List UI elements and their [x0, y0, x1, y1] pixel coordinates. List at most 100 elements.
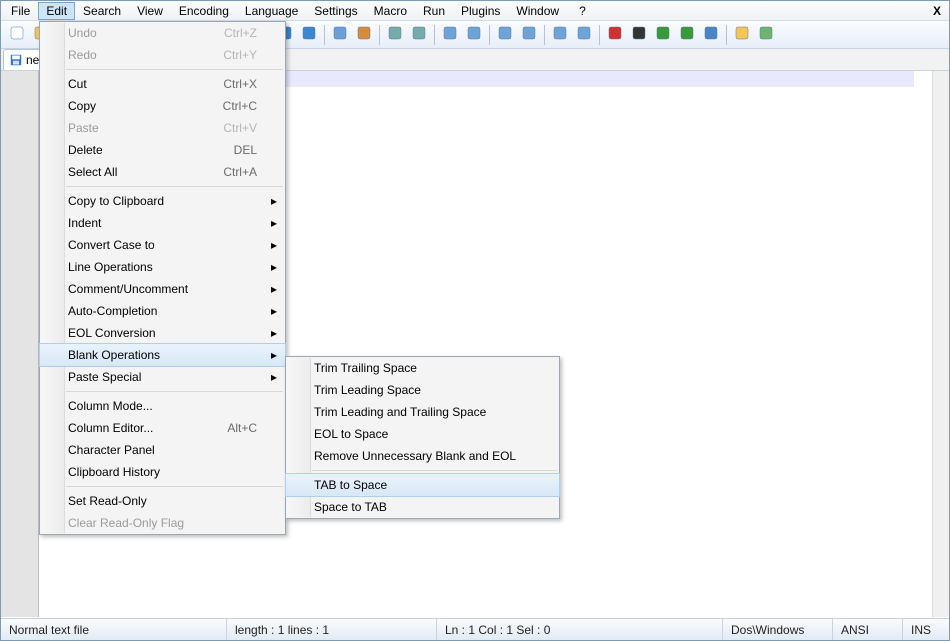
save-macro-button[interactable]	[700, 24, 722, 46]
menu-item-clear-read-only-flag: Clear Read-Only Flag	[40, 512, 285, 534]
submenu-item-trim-trailing-space[interactable]: Trim Trailing Space	[286, 357, 559, 379]
menu-item-column-mode[interactable]: Column Mode...	[40, 395, 285, 417]
submenu-arrow-icon: ▸	[271, 260, 277, 274]
menu-encoding[interactable]: Encoding	[171, 2, 237, 20]
menu-edit[interactable]: Edit	[38, 2, 75, 20]
submenu-item-remove-unnecessary-blank-and-eol[interactable]: Remove Unnecessary Blank and EOL	[286, 445, 559, 467]
vertical-scrollbar[interactable]	[932, 71, 949, 617]
menu-item-copy-to-clipboard[interactable]: Copy to Clipboard▸	[40, 190, 285, 212]
sync-v-icon	[442, 25, 458, 44]
menu-help[interactable]: ?	[571, 2, 594, 20]
submenu-item-eol-to-space[interactable]: EOL to Space	[286, 423, 559, 445]
submenu-arrow-icon: ▸	[271, 282, 277, 296]
menu-run[interactable]: Run	[415, 2, 453, 20]
stop-macro-icon	[631, 25, 647, 44]
menu-file[interactable]: File	[3, 2, 38, 20]
menu-item-select-all[interactable]: Select AllCtrl+A	[40, 161, 285, 183]
submenu-arrow-icon: ▸	[271, 304, 277, 318]
menu-separator	[66, 391, 283, 392]
menu-item-eol-conversion[interactable]: EOL Conversion▸	[40, 322, 285, 344]
edit-menu-dropdown: UndoCtrl+ZRedoCtrl+YCutCtrl+XCopyCtrl+CP…	[39, 21, 286, 535]
toolbar-separator	[434, 25, 435, 45]
submenu-arrow-icon: ▸	[271, 216, 277, 230]
status-insert-mode: INS	[903, 619, 949, 640]
play-macro-button[interactable]	[652, 24, 674, 46]
menu-item-delete[interactable]: DeleteDEL	[40, 139, 285, 161]
menu-item-indent[interactable]: Indent▸	[40, 212, 285, 234]
submenu-item-tab-to-space[interactable]: TAB to Space	[286, 474, 559, 496]
menu-item-label: Blank Operations	[68, 348, 160, 362]
menu-item-label: Auto-Completion	[68, 304, 157, 318]
user-lang-button[interactable]	[573, 24, 595, 46]
submenu-item-space-to-tab[interactable]: Space to TAB	[286, 496, 559, 518]
menu-item-comment-uncomment[interactable]: Comment/Uncomment▸	[40, 278, 285, 300]
menu-shortcut: Ctrl+V	[223, 121, 257, 135]
window-close-button[interactable]: X	[927, 4, 947, 18]
menu-item-label: Cut	[68, 77, 87, 91]
menu-item-convert-case-to[interactable]: Convert Case to▸	[40, 234, 285, 256]
sync-h-button[interactable]	[463, 24, 485, 46]
stop-macro-button[interactable]	[628, 24, 650, 46]
status-eol: Dos\Windows	[723, 619, 833, 640]
spell-check-button[interactable]	[755, 24, 777, 46]
menu-item-line-operations[interactable]: Line Operations ▸	[40, 256, 285, 278]
folder-button[interactable]	[731, 24, 753, 46]
menu-item-auto-completion[interactable]: Auto-Completion ▸	[40, 300, 285, 322]
menu-item-label: Line Operations	[68, 260, 153, 274]
menu-item-redo: RedoCtrl+Y	[40, 44, 285, 66]
new-file-icon	[9, 25, 25, 44]
zoom-in-button[interactable]	[384, 24, 406, 46]
menu-item-cut[interactable]: CutCtrl+X	[40, 73, 285, 95]
status-position: Ln : 1 Col : 1 Sel : 0	[437, 619, 723, 640]
play-multi-icon	[679, 25, 695, 44]
spell-check-icon	[758, 25, 774, 44]
show-all-button[interactable]	[518, 24, 540, 46]
menu-item-label: Redo	[68, 48, 97, 62]
menu-macro[interactable]: Macro	[366, 2, 415, 20]
zoom-out-button[interactable]	[408, 24, 430, 46]
sync-h-icon	[466, 25, 482, 44]
menu-item-label: Paste	[68, 121, 99, 135]
play-multi-button[interactable]	[676, 24, 698, 46]
submenu-item-trim-leading-and-trailing-space[interactable]: Trim Leading and Trailing Space	[286, 401, 559, 423]
menu-item-copy[interactable]: CopyCtrl+C	[40, 95, 285, 117]
find-button[interactable]	[329, 24, 351, 46]
replace-icon	[356, 25, 372, 44]
menu-item-label: Character Panel	[68, 443, 155, 457]
word-wrap-icon	[497, 25, 513, 44]
submenu-arrow-icon: ▸	[271, 348, 277, 362]
status-bar: Normal text file length : 1 lines : 1 Ln…	[1, 618, 949, 640]
sync-v-button[interactable]	[439, 24, 461, 46]
menu-search[interactable]: Search	[75, 2, 129, 20]
submenu-item-trim-leading-space[interactable]: Trim Leading Space	[286, 379, 559, 401]
indent-guide-button[interactable]	[549, 24, 571, 46]
zoom-out-icon	[411, 25, 427, 44]
submenu-arrow-icon: ▸	[271, 370, 277, 384]
menu-item-undo: UndoCtrl+Z	[40, 22, 285, 44]
status-encoding: ANSI	[833, 619, 903, 640]
menu-window[interactable]: Window	[508, 2, 567, 20]
menu-item-set-read-only[interactable]: Set Read-Only	[40, 490, 285, 512]
menu-item-column-editor[interactable]: Column Editor...Alt+C	[40, 417, 285, 439]
menu-item-character-panel[interactable]: Character Panel	[40, 439, 285, 461]
menu-language[interactable]: Language	[237, 2, 306, 20]
menu-item-clipboard-history[interactable]: Clipboard History	[40, 461, 285, 483]
record-macro-button[interactable]	[604, 24, 626, 46]
redo-button[interactable]	[298, 24, 320, 46]
menu-bar: FileEditSearchViewEncodingLanguageSettin…	[1, 1, 949, 21]
menu-item-paste: Paste Ctrl+V	[40, 117, 285, 139]
toolbar-separator	[726, 25, 727, 45]
menu-separator	[312, 470, 557, 471]
menu-plugins[interactable]: Plugins	[453, 2, 508, 20]
menu-item-label: Copy	[68, 99, 96, 113]
submenu-arrow-icon: ▸	[271, 326, 277, 340]
menu-view[interactable]: View	[129, 2, 171, 20]
new-file-button[interactable]	[6, 24, 28, 46]
disk-icon	[10, 54, 22, 66]
replace-button[interactable]	[353, 24, 375, 46]
menu-item-label: Set Read-Only	[68, 494, 147, 508]
word-wrap-button[interactable]	[494, 24, 516, 46]
menu-settings[interactable]: Settings	[306, 2, 365, 20]
menu-item-paste-special[interactable]: Paste Special▸	[40, 366, 285, 388]
menu-item-blank-operations[interactable]: Blank Operations ▸	[40, 344, 285, 366]
